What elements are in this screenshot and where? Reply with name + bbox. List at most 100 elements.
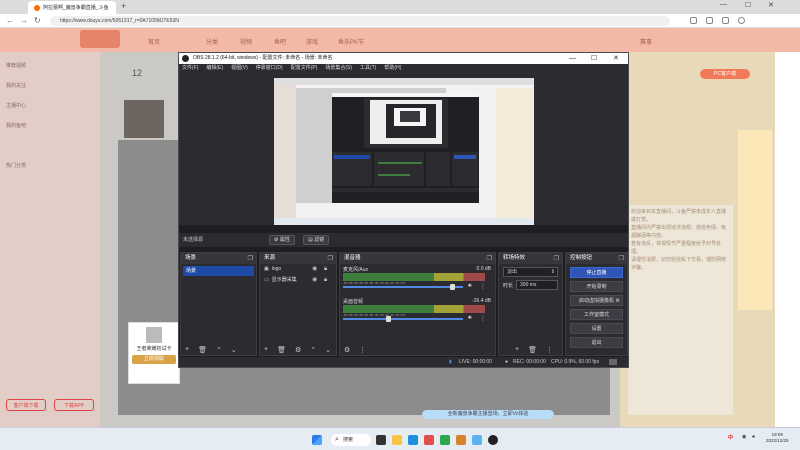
advanced-audio-icon[interactable]: ⚙ (344, 346, 350, 354)
dock-float-icon[interactable]: ❐ (554, 254, 559, 265)
windows-start-icon[interactable] (312, 435, 322, 445)
taskbar-search[interactable]: 搜索 (331, 434, 371, 446)
gear-icon[interactable]: ⚙ (616, 296, 620, 306)
add-scene-icon[interactable]: + (185, 346, 189, 353)
app-icon[interactable] (456, 435, 466, 445)
promo-banner[interactable]: 全新魔兽争霸主播登场，立即Vo体验 (422, 410, 554, 419)
network-icon[interactable]: ◉ (742, 434, 746, 440)
speaker-icon[interactable]: 🔊︎ (468, 315, 472, 322)
volume-slider-knob[interactable] (449, 284, 455, 290)
menu-edit[interactable]: 编辑(E) (206, 64, 223, 73)
extension-icon[interactable] (690, 17, 697, 24)
speaker-icon[interactable]: 🔊︎ (468, 283, 472, 290)
app-icon[interactable] (440, 435, 450, 445)
close-icon[interactable]: ✕ (768, 1, 774, 9)
douyu-logo[interactable] (80, 30, 120, 48)
remove-transition-icon[interactable]: 🗑 (528, 346, 537, 354)
obs-close-icon[interactable]: ✕ (613, 53, 619, 64)
menu-file[interactable]: 文件(F) (182, 64, 198, 73)
nav-yuba[interactable]: 鱼吧 (274, 37, 286, 46)
transition-menu-icon[interactable]: ⋮ (546, 346, 553, 354)
obs-preview-area[interactable] (179, 73, 628, 225)
transition-select[interactable]: 淡出 ⇕ (503, 267, 558, 277)
favorites-icon[interactable] (706, 17, 713, 24)
lock-icon[interactable]: 🔒︎ (324, 275, 327, 286)
channel-menu-icon[interactable]: ⋮ (480, 315, 486, 322)
ime-indicator[interactable]: 中 (728, 434, 733, 441)
streamer-avatar[interactable] (124, 100, 164, 138)
client-download-button[interactable]: 客户端下载 (6, 399, 46, 411)
studio-mode-button[interactable]: 工作室模式 (570, 309, 623, 320)
filters-button[interactable]: ▤ 滤镜 (303, 235, 330, 245)
nav-game[interactable]: 游戏 (306, 37, 318, 46)
refresh-icon[interactable]: ↻ (34, 16, 41, 25)
system-clock[interactable]: 19:09 2022/12/25 (766, 432, 789, 444)
file-explorer-icon[interactable] (392, 435, 402, 445)
move-down-icon[interactable]: ⌄ (325, 346, 331, 354)
add-source-icon[interactable]: + (264, 346, 268, 353)
nav-pk[interactable]: 鱼乐PK节 (338, 37, 364, 46)
browser-tab[interactable]: 阿拉蕾啊_魔兽争霸直播_斗鱼 (28, 1, 116, 14)
source-item[interactable]: ▣ logo ◉ 🔒︎ (260, 264, 336, 275)
preview-canvas[interactable] (274, 78, 534, 225)
nav-video[interactable]: 视频 (240, 37, 252, 46)
collections-icon[interactable] (722, 17, 729, 24)
app-download-button[interactable]: 下载APP (54, 399, 94, 411)
settings-button[interactable]: 设置 (570, 323, 623, 334)
new-tab-icon[interactable]: + (121, 1, 126, 11)
dock-float-icon[interactable]: ❐ (248, 254, 253, 265)
minimize-icon[interactable]: — (720, 1, 727, 8)
menu-docks[interactable]: 停靠窗口(D) (256, 64, 283, 73)
volume-icon[interactable]: 🔊︎ (752, 434, 755, 440)
edge-icon[interactable] (408, 435, 418, 445)
nav-category[interactable]: 分类 (206, 37, 218, 46)
nav-home[interactable]: 首页 (148, 37, 160, 46)
source-item[interactable]: ▭ 显示器采集 ◉ 🔒︎ (260, 275, 336, 286)
sidebar-item-hot[interactable]: 热门分类 (6, 162, 26, 169)
game-card[interactable]: 王者荣耀初试卡 立即领取 (128, 322, 180, 384)
volume-slider-knob[interactable] (385, 316, 391, 322)
move-up-icon[interactable]: ⌃ (310, 346, 316, 354)
obs-minimize-icon[interactable]: — (569, 53, 576, 64)
menu-tools[interactable]: 工具(T) (360, 64, 376, 73)
menu-scene-collection[interactable]: 场景集合(S) (325, 64, 352, 73)
visibility-icon[interactable]: ◉ (312, 264, 317, 275)
mixer-menu-icon[interactable]: ⋮ (359, 346, 366, 354)
obs-taskbar-icon[interactable] (488, 435, 498, 445)
url-input[interactable]: https://www.douyu.com/5051317_r=0A7105MJ… (50, 16, 670, 26)
properties-button[interactable]: ⚙ 属性 (269, 235, 295, 245)
menu-help[interactable]: 帮助(H) (384, 64, 401, 73)
menu-view[interactable]: 视图(V) (231, 64, 248, 73)
duration-input[interactable]: 300 ms (516, 280, 558, 290)
side-gift-panel[interactable] (738, 130, 772, 310)
profile-icon[interactable] (738, 17, 745, 24)
game-card-button[interactable]: 立即领取 (132, 355, 176, 364)
task-view-icon[interactable] (376, 435, 386, 445)
remove-source-icon[interactable]: 🗑 (277, 346, 286, 354)
obs-maximize-icon[interactable]: ☐ (591, 53, 597, 64)
volume-slider[interactable] (343, 284, 463, 290)
volume-slider[interactable] (343, 316, 463, 322)
app-icon[interactable] (424, 435, 434, 445)
scene-item[interactable]: 场景 (183, 266, 254, 276)
sidebar-item-follow[interactable]: 我的关注 (6, 82, 26, 89)
visibility-icon[interactable]: ◉ (312, 275, 317, 286)
move-up-icon[interactable]: ⌃ (216, 346, 222, 354)
sidebar-item-anchor[interactable]: 主播中心 (6, 102, 26, 109)
channel-menu-icon[interactable]: ⋮ (480, 283, 486, 290)
remove-scene-icon[interactable]: 🗑 (198, 346, 207, 354)
stop-streaming-button[interactable]: 停止直播 (570, 267, 623, 278)
sidebar-item-yuba[interactable]: 我的鱼吧 (6, 122, 26, 129)
source-settings-icon[interactable]: ⚙ (295, 346, 301, 354)
add-transition-icon[interactable]: + (515, 346, 519, 353)
start-recording-button[interactable]: 开始录制 (570, 281, 623, 292)
app-icon[interactable] (472, 435, 482, 445)
exit-button[interactable]: 退出 (570, 337, 623, 348)
dock-float-icon[interactable]: ❐ (619, 254, 624, 265)
lock-icon[interactable]: 🔒︎ (324, 264, 327, 275)
back-icon[interactable]: ← (6, 16, 14, 25)
pc-client-button[interactable]: PC客户端 (700, 69, 750, 79)
forward-icon[interactable]: → (20, 16, 28, 25)
virtual-camera-button[interactable]: 启动虚拟摄像机 ⚙ (570, 295, 623, 306)
nav-match[interactable]: 赛事 (640, 37, 652, 46)
